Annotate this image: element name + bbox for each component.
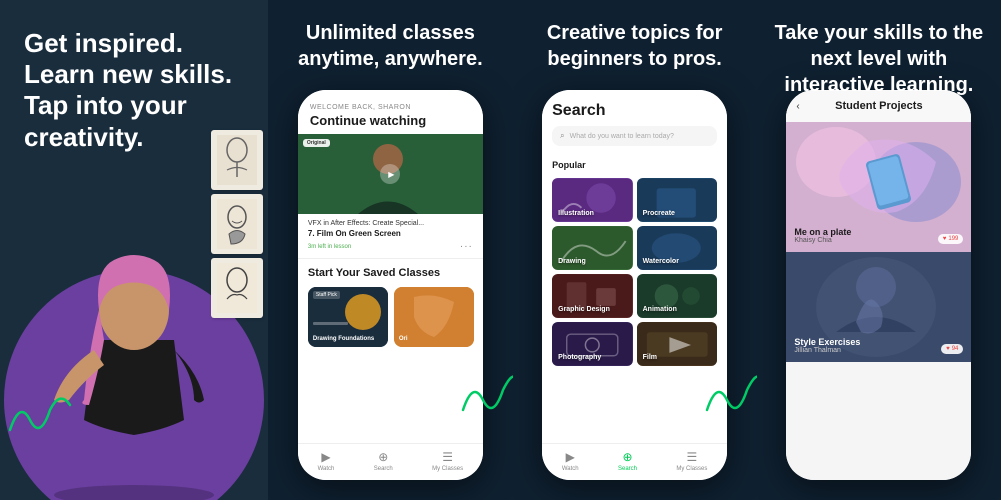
phone-3-inner: Search ⌕ What do you want to learn today… [542, 90, 727, 480]
panel-1-art [0, 120, 268, 500]
phone-2-original-badge: Original [303, 139, 330, 147]
phone-3-nav-search[interactable]: ⊕ Search [618, 450, 637, 472]
phone-4-card2-info: Style Exercises Jillian Thalman [794, 337, 860, 354]
phone-2-search-label: Search [374, 466, 393, 472]
phone-4-card1-info: Me on a plate Khaisy Chia [794, 227, 851, 244]
phone-4-card2-likes: ♥ 94 [941, 344, 963, 354]
panel-3: Creative topics for beginners to pros. S… [513, 0, 757, 500]
phone-3-watch-icon: ▶ [566, 450, 575, 464]
green-squiggle [5, 390, 75, 440]
phone-4-card1-name: Me on a plate [794, 227, 851, 237]
phone-2-lesson-meta: 3m left in lesson ··· [308, 241, 473, 252]
phone-3-search-header: Search ⌕ What do you want to learn today… [542, 90, 727, 154]
phone-3-search-placeholder: What do you want to learn today? [570, 133, 674, 140]
phone-2-myclasses-icon: ☰ [442, 450, 453, 464]
phone-4-card1-likes: ♥ 199 [938, 234, 964, 244]
phone-2-lesson-time: 3m left in lesson [308, 244, 351, 250]
phone-2-card1-badge: Staff Pick [313, 291, 340, 299]
phone-2-saved-scroll[interactable]: Staff Pick Drawing Foundations Ori [298, 283, 483, 355]
phone-4-card1-author: Khaisy Chia [794, 237, 851, 244]
phone-4-mockup: ‹ Student Projects Me [786, 90, 971, 480]
phone-2-section-title: Continue watching [310, 113, 471, 128]
phone-2-inner: WELCOME BACK, SHARON Continue watching O [298, 90, 483, 480]
phone-2-welcome: WELCOME BACK, SHARON [310, 104, 471, 111]
phone-2-header: WELCOME BACK, SHARON Continue watching [298, 90, 483, 134]
phone-3-category-animation[interactable]: Animation [637, 274, 718, 318]
phone-2-mockup: WELCOME BACK, SHARON Continue watching O [298, 90, 483, 480]
panel-2-headline: Unlimited classes anytime, anywhere. [283, 20, 497, 72]
phone-3-nav-watch[interactable]: ▶ Watch [562, 450, 579, 472]
panel-3-squiggle [702, 360, 757, 420]
phone-2-card2-label: Ori [399, 336, 408, 343]
phone-2-video-thumb[interactable]: Original ▶ [298, 134, 483, 214]
phone-4-card2-name: Style Exercises [794, 337, 860, 347]
phone-2-card1-label: Drawing Foundations [313, 336, 374, 343]
phone-3-categories-grid: Illustration Procreate Drawing Watercolo… [542, 174, 727, 370]
phone-2-saved-header: Start Your Saved Classes [298, 259, 483, 283]
phone-2-lesson-info: VFX in After Effects: Create Special... … [298, 214, 483, 259]
panel-4: Take your skills to the next level with … [757, 0, 1001, 500]
phone-2-watch-label: Watch [318, 466, 335, 472]
phone-2-lesson-title: VFX in After Effects: Create Special... [308, 220, 473, 227]
sketch-item-1 [211, 130, 263, 190]
phone-2-myclasses-label: My Classes [432, 466, 463, 472]
phone-2-nav-search[interactable]: ⊕ Search [374, 450, 393, 472]
phone-4-card-big[interactable]: Me on a plate Khaisy Chia ♥ 199 [786, 122, 971, 252]
phone-2-nav: ▶ Watch ⊕ Search ☰ My Classes [298, 443, 483, 480]
panel-2-squiggle [458, 360, 513, 420]
panel-1: Get inspired. Learn new skills. Tap into… [0, 0, 268, 500]
phone-2-nav-watch[interactable]: ▶ Watch [318, 450, 335, 472]
phone-3-popular-label: Popular [542, 154, 727, 174]
phone-3-search-label: Search [618, 466, 637, 472]
phone-2-play-overlay: ▶ [380, 164, 400, 184]
phone-2-search-icon: ⊕ [378, 450, 388, 464]
phone-2-card-2[interactable]: Ori [394, 287, 474, 347]
panel-4-headline: Take your skills to the next level with … [772, 20, 986, 98]
phone-2-lesson-subtitle: 7. Film On Green Screen [308, 229, 473, 238]
phone-3-watch-label: Watch [562, 466, 579, 472]
phone-2-nav-myclasses[interactable]: ☰ My Classes [432, 450, 463, 472]
phone-4-heart-icon-1: ♥ [943, 236, 947, 242]
phone-3-label-photography: Photography [558, 354, 601, 361]
phone-3-myclasses-label: My Classes [676, 466, 707, 472]
phone-4-title: Student Projects [835, 100, 922, 112]
phone-2-card-1[interactable]: Staff Pick Drawing Foundations [308, 287, 388, 347]
phone-3-label-procreate: Procreate [643, 210, 675, 217]
phone-3-category-drawing[interactable]: Drawing [552, 226, 633, 270]
phone-3-category-procreate[interactable]: Procreate [637, 178, 718, 222]
phone-3-label-animation: Animation [643, 306, 677, 313]
phone-3-category-photography[interactable]: Photography [552, 322, 633, 366]
phone-3-label-film: Film [643, 354, 657, 361]
panel-2: Unlimited classes anytime, anywhere. WEL… [268, 0, 512, 500]
phone-3-category-graphic-design[interactable]: Graphic Design [552, 274, 633, 318]
phone-3-search-title: Search [552, 102, 717, 120]
phone-4-like-count-2: 94 [952, 346, 959, 352]
panel-3-headline: Creative topics for beginners to pros. [528, 20, 742, 72]
phone-4-like-count-1: 199 [948, 236, 958, 242]
phone-3-search-box[interactable]: ⌕ What do you want to learn today? [552, 126, 717, 146]
phone-2-watch-icon: ▶ [321, 450, 330, 464]
phone-3-nav: ▶ Watch ⊕ Search ☰ My Classes [542, 443, 727, 480]
phone-2-dots: ··· [460, 241, 473, 252]
phone-3-label-watercolor: Watercolor [643, 258, 679, 265]
phone-4-card2-author: Jillian Thalman [794, 347, 860, 354]
panel-2-content: WELCOME BACK, SHARON Continue watching O [298, 12, 483, 488]
phone-4-back[interactable]: ‹ [796, 101, 799, 112]
phone-4-heart-icon-2: ♥ [946, 346, 950, 352]
phone-4-inner: ‹ Student Projects Me [786, 90, 971, 480]
phone-3-label-drawing: Drawing [558, 258, 586, 265]
phone-3-category-watercolor[interactable]: Watercolor [637, 226, 718, 270]
phone-3-search-icon-nav: ⊕ [622, 450, 632, 464]
phone-3-mockup: Search ⌕ What do you want to learn today… [542, 90, 727, 480]
phone-3-nav-myclasses[interactable]: ☰ My Classes [676, 450, 707, 472]
phone-3-myclasses-icon: ☰ [687, 450, 698, 464]
phone-4-card-small[interactable]: Style Exercises Jillian Thalman ♥ 94 [786, 252, 971, 362]
phone-3-category-illustration[interactable]: Illustration [552, 178, 633, 222]
phone-3-label-illustration: Illustration [558, 210, 594, 217]
phone-3-label-graphic-design: Graphic Design [558, 306, 610, 313]
panel-3-content: Search ⌕ What do you want to learn today… [542, 12, 727, 488]
phone-3-search-icon: ⌕ [560, 131, 564, 141]
